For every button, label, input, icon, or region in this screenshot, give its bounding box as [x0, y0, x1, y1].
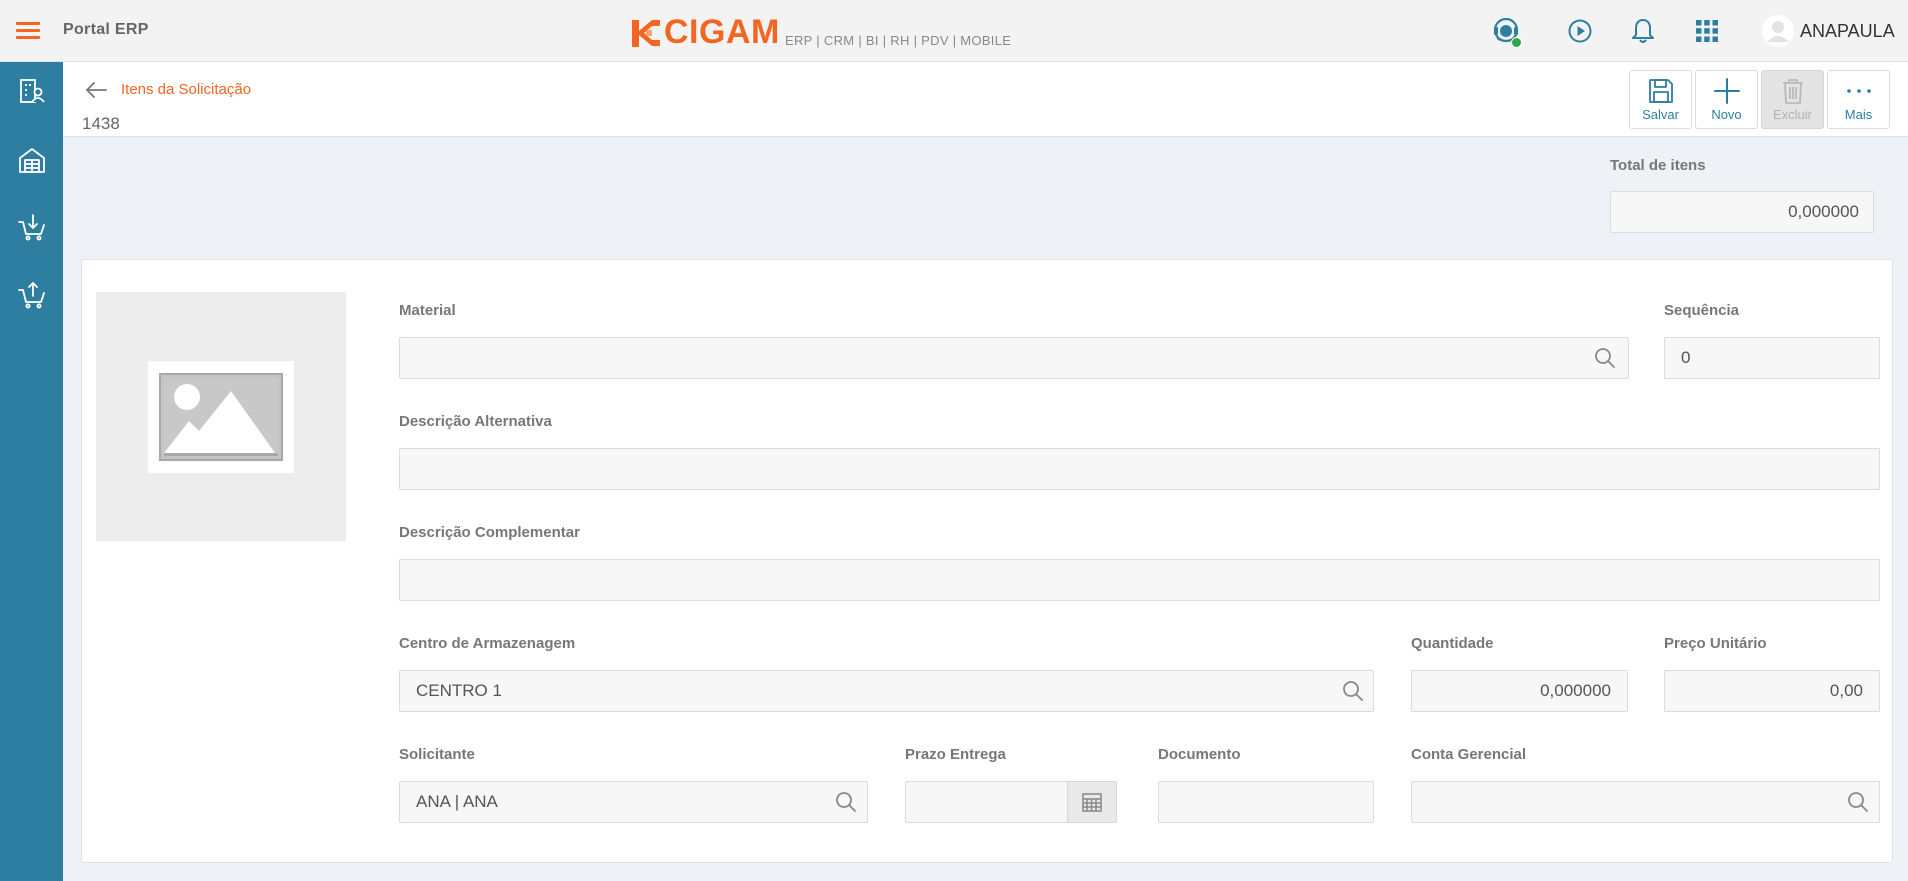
menu-icon[interactable] — [16, 21, 40, 41]
solicitante-field[interactable] — [399, 781, 868, 823]
material-label: Material — [399, 302, 456, 319]
search-icon — [1595, 348, 1615, 368]
documento-field[interactable] — [1158, 781, 1374, 823]
arrow-left-icon — [86, 82, 107, 98]
search-icon — [1343, 681, 1363, 701]
notifications-button[interactable] — [1626, 14, 1660, 48]
descricao-alternativa-label: Descrição Alternativa — [399, 413, 552, 430]
centro-armazenagem-field[interactable] — [399, 670, 1374, 712]
apps-grid-button[interactable] — [1690, 14, 1724, 48]
total-items-field — [1610, 191, 1874, 233]
calendar-icon — [1082, 793, 1102, 812]
top-bar: Portal ERP CIGAM ERP | CRM | BI | RH | P… — [0, 0, 1908, 62]
preco-unitario-label: Preço Unitário — [1664, 635, 1767, 652]
save-disk-icon — [1648, 79, 1673, 103]
user-menu[interactable]: ANAPAULA — [1762, 14, 1895, 48]
more-label: Mais — [1844, 107, 1873, 122]
solicitante-search-button[interactable] — [834, 790, 858, 814]
material-field[interactable] — [399, 337, 1629, 379]
conta-gerencial-field[interactable] — [1411, 781, 1880, 823]
user-name: ANAPAULA — [1800, 20, 1895, 41]
portal-title: Portal ERP — [63, 21, 149, 38]
delete-button[interactable]: Excluir — [1761, 70, 1824, 129]
warehouse-icon — [19, 148, 45, 173]
cart-download-icon — [18, 214, 45, 241]
support-agent-button[interactable] — [1489, 14, 1523, 48]
image-placeholder-icon — [159, 373, 283, 461]
new-label: Novo — [1711, 107, 1742, 122]
plus-icon — [1713, 78, 1740, 104]
sidebar-item-1[interactable] — [15, 74, 49, 108]
total-items-label: Total de itens — [1610, 157, 1706, 174]
sequencia-field[interactable] — [1664, 337, 1880, 379]
more-button[interactable]: Mais — [1827, 70, 1890, 129]
cigam-logo[interactable]: CIGAM — [632, 15, 780, 49]
image-placeholder — [148, 361, 294, 473]
centro-armazenagem-label: Centro de Armazenagem — [399, 635, 576, 652]
solicitante-label: Solicitante — [399, 746, 475, 763]
item-form-card: Material Sequência Descrição Alternativa… — [81, 259, 1893, 863]
bell-icon — [1632, 19, 1654, 43]
logo-text: CIGAM — [664, 13, 780, 51]
delete-label: Excluir — [1772, 107, 1812, 122]
logo-subtitle: ERP | CRM | BI | RH | PDV | MOBILE — [785, 33, 1012, 48]
sidebar — [0, 62, 63, 881]
apps-grid-icon — [1696, 20, 1718, 42]
sequencia-label: Sequência — [1664, 302, 1740, 319]
online-status-dot — [1511, 37, 1522, 48]
more-dots-icon — [1846, 89, 1871, 93]
search-icon — [1848, 792, 1868, 812]
save-label: Salvar — [1642, 107, 1679, 122]
preco-unitario-field[interactable] — [1664, 670, 1880, 712]
centro-armazenagem-search-button[interactable] — [1341, 679, 1365, 703]
sidebar-item-4[interactable] — [15, 278, 49, 312]
cart-upload-icon — [18, 282, 45, 309]
user-avatar-icon — [1762, 15, 1794, 47]
prazo-entrega-label: Prazo Entrega — [905, 746, 1006, 763]
back-button[interactable] — [83, 77, 109, 103]
sidebar-item-2[interactable] — [15, 143, 49, 177]
breadcrumb[interactable]: Itens da Solicitação — [121, 81, 251, 98]
date-picker-button[interactable] — [1067, 781, 1117, 823]
page-header: Itens da Solicitação 1438 Salvar Novo Ex… — [63, 62, 1908, 137]
documento-label: Documento — [1158, 746, 1241, 763]
conta-gerencial-search-button[interactable] — [1846, 790, 1870, 814]
descricao-complementar-label: Descrição Complementar — [399, 524, 580, 541]
sidebar-item-3[interactable] — [15, 210, 49, 244]
material-search-button[interactable] — [1593, 346, 1617, 370]
video-play-button[interactable] — [1563, 14, 1597, 48]
search-icon — [836, 792, 856, 812]
trash-icon — [1782, 79, 1803, 104]
descricao-complementar-field[interactable] — [399, 559, 1880, 601]
quantidade-field[interactable] — [1411, 670, 1628, 712]
conta-gerencial-label: Conta Gerencial — [1411, 746, 1527, 763]
record-id: 1438 — [82, 114, 120, 133]
new-button[interactable]: Novo — [1695, 70, 1758, 129]
save-button[interactable]: Salvar — [1629, 70, 1692, 129]
prazo-entrega-field[interactable] — [905, 781, 1068, 823]
avatar — [1762, 15, 1794, 47]
cigam-logo-mark-icon — [632, 20, 660, 47]
quantidade-label: Quantidade — [1411, 635, 1494, 652]
building-user-icon — [20, 79, 45, 103]
descricao-alternativa-field[interactable] — [399, 448, 1880, 490]
play-circle-icon — [1568, 19, 1592, 43]
material-image-area[interactable] — [96, 292, 346, 541]
